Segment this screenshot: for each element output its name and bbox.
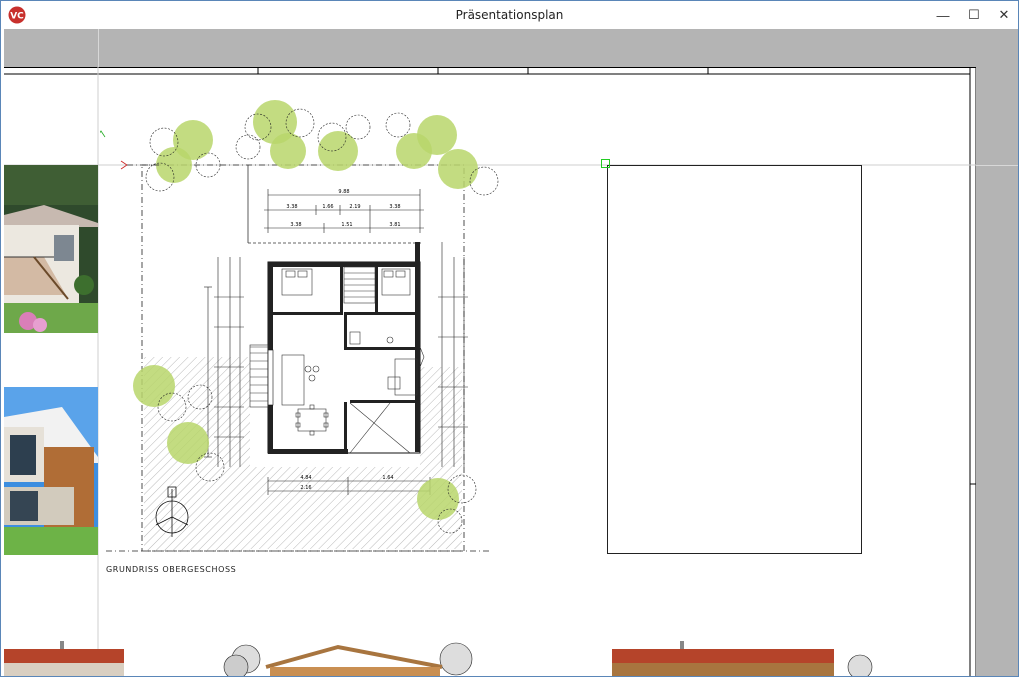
- dim-bottom-c: 2.16: [300, 485, 311, 491]
- window-title: Präsentationsplan: [455, 8, 564, 22]
- plan-sheet[interactable]: 9.88 3.38 1.66 2.19 3.38 3.38 1.51 3.81: [4, 67, 976, 676]
- application-window: VC Präsentationsplan — ☐ ✕ 9.88 3.38 1.6…: [0, 0, 1019, 677]
- dim-top-row2-a: 3.38: [290, 222, 301, 228]
- crosshair-vertical-top: [98, 29, 99, 67]
- title-bar[interactable]: VC Präsentationsplan — ☐ ✕: [1, 1, 1018, 29]
- dim-top-row2-b: 1.51: [341, 222, 352, 228]
- dim-top-row1-a: 3.38: [286, 204, 297, 210]
- dim-top-total: 9.88: [338, 189, 349, 195]
- dim-top-row1-b: 1.66: [322, 204, 333, 210]
- empty-viewport-frame[interactable]: [607, 165, 862, 554]
- close-button[interactable]: ✕: [990, 3, 1018, 27]
- dim-top-row2-c: 3.81: [389, 222, 400, 228]
- minimize-icon: —: [936, 7, 950, 23]
- close-icon: ✕: [998, 7, 1010, 22]
- snap-point-icon[interactable]: [601, 159, 610, 168]
- maximize-icon: ☐: [968, 7, 980, 22]
- crosshair-horizontal-right: [976, 165, 1018, 166]
- minimize-button[interactable]: —: [929, 3, 957, 27]
- floor-plan-drawing[interactable]: 9.88 3.38 1.66 2.19 3.38 3.38 1.51 3.81: [100, 97, 510, 557]
- photo-house-exterior-1[interactable]: [4, 165, 98, 333]
- elevation-drawings: [4, 641, 873, 676]
- dim-bottom-a: 4.84: [300, 475, 311, 481]
- photo-house-exterior-2[interactable]: [4, 387, 98, 555]
- dim-top-row1-c: 2.19: [349, 204, 360, 210]
- maximize-button[interactable]: ☐: [960, 3, 988, 27]
- plan-caption: GRUNDRISS OBERGESCHOSS: [106, 565, 237, 574]
- dim-bottom-b: 1.64: [382, 475, 393, 481]
- dim-top-row1-d: 3.38: [389, 204, 400, 210]
- drawing-canvas[interactable]: 9.88 3.38 1.66 2.19 3.38 3.38 1.51 3.81: [4, 29, 1018, 676]
